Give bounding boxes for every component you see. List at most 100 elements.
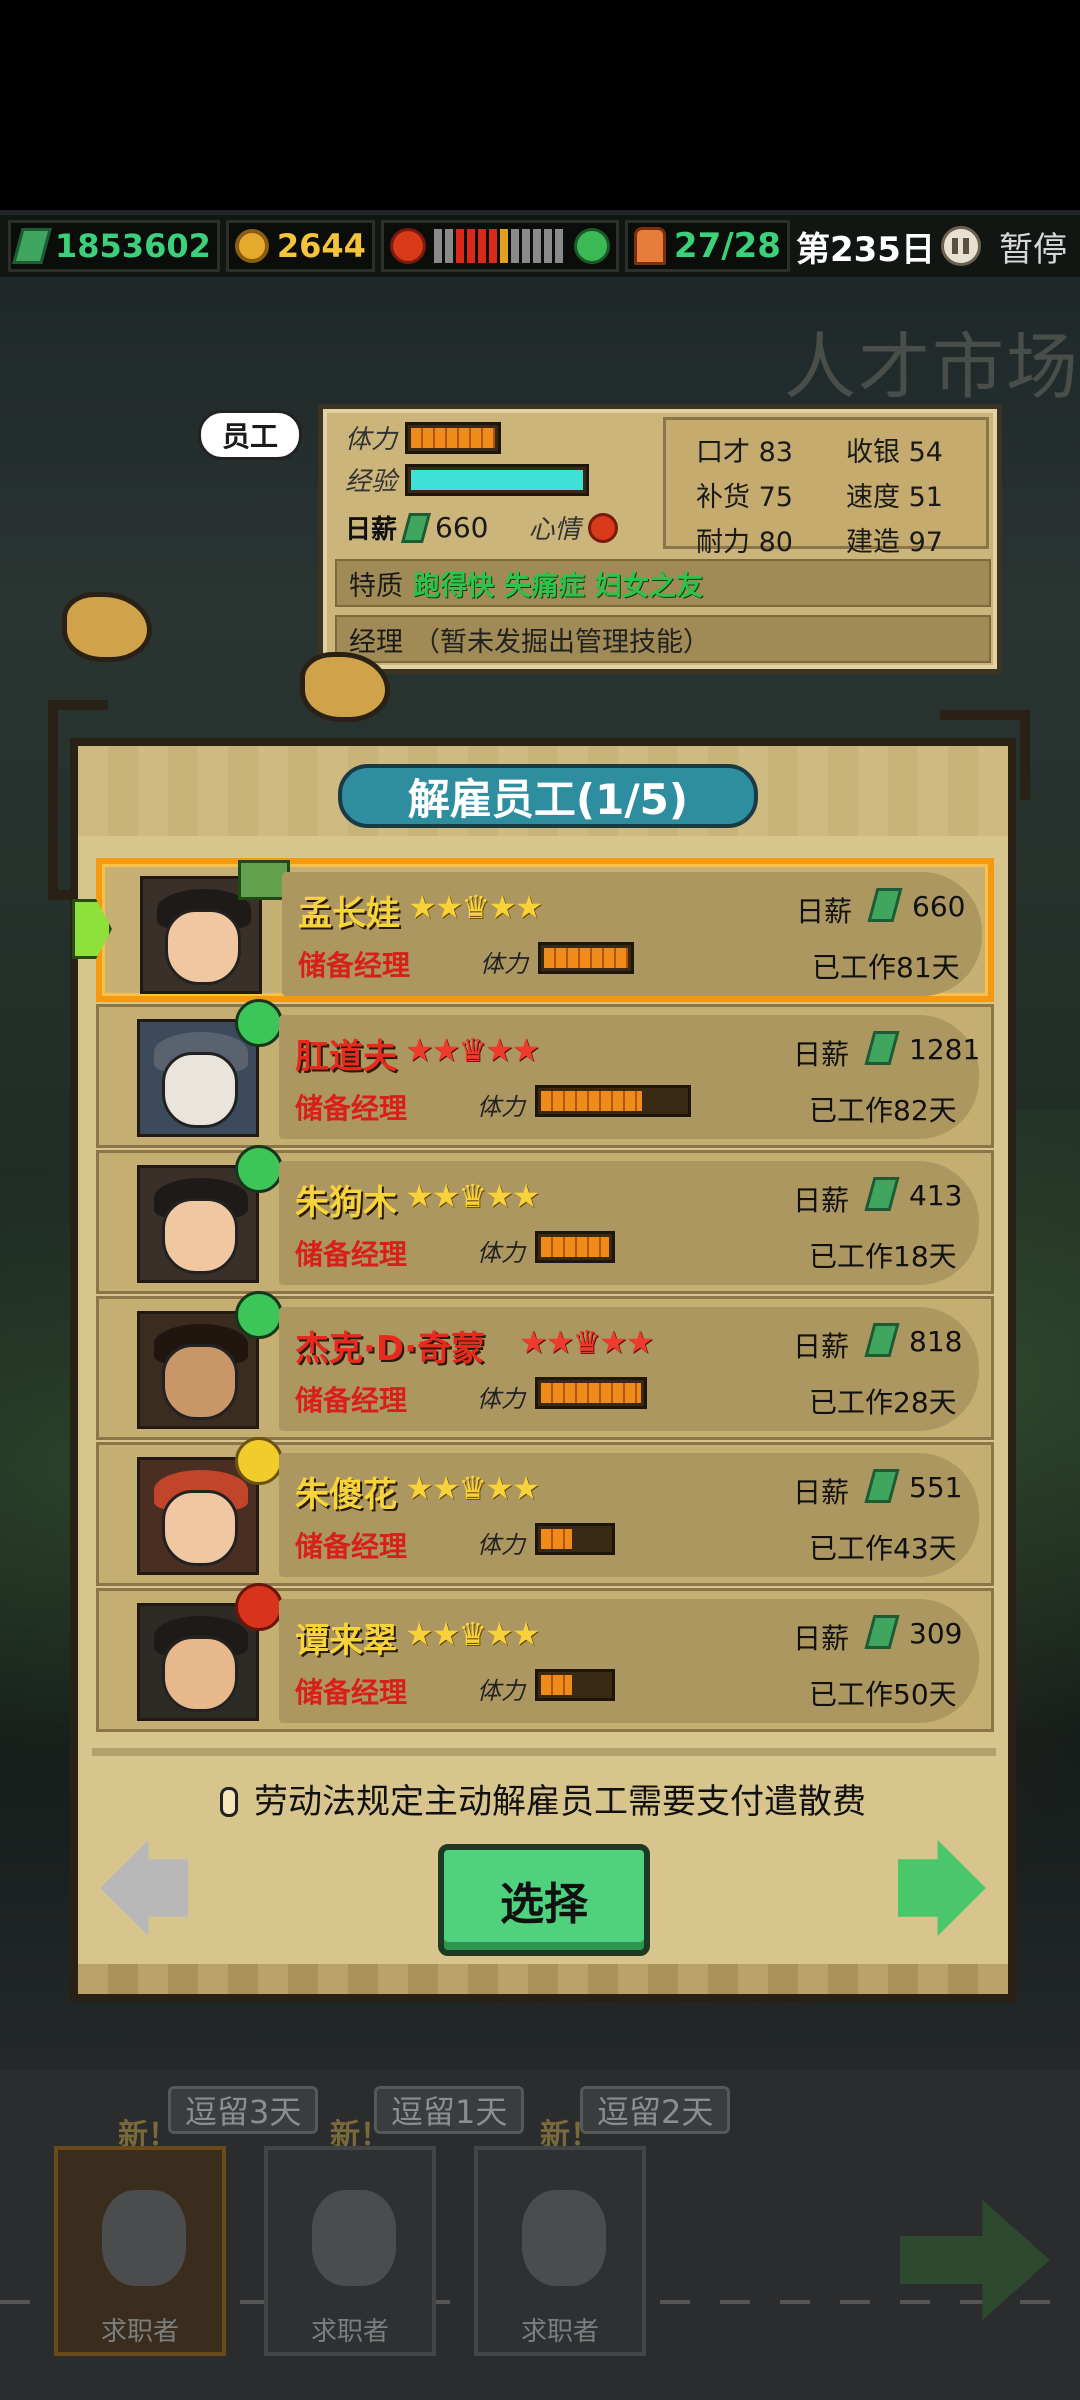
wage-value: 1281 [909,1033,981,1066]
attr-build: 建造 97 [846,527,943,558]
neutral-mood-icon [235,1437,283,1485]
days-worked: 已工作81天 [812,951,960,984]
employee-name: 朱狗木 [295,1183,397,1223]
staff-icon [633,227,666,265]
star-rating: ★★♛★★ [405,1615,540,1653]
days-worked: 已工作28天 [809,1386,957,1419]
staff-count: 27/28 [673,226,781,266]
cash-icon [400,512,432,543]
employee-row[interactable]: 孟长娃 ★★♛★★ 储备经理 体力 日薪 660 已工作81天 [72,858,994,1002]
experience-label: 经验 [345,467,398,497]
stamina-bar [535,1231,615,1263]
attr-restock: 补货 75 [696,482,793,513]
employee-row[interactable]: 杰克·D·奇蒙 ★★♛★★ 储备经理 体力 日薪 818 已工作28天 [96,1291,994,1440]
employee-role: 储备经理 [295,1238,408,1271]
job-seeker-card[interactable]: 求职者 [474,2146,646,2356]
status-bar: 1853602 2644 27/28 第235日 暂停 [0,215,1080,277]
pause-button[interactable]: 暂停 [999,222,1067,271]
wage-label: 日薪 [793,1476,850,1509]
traits-row: 特质 跑得快 失痛症 妇女之友 [335,559,991,607]
employee-role: 储备经理 [298,949,411,982]
wage-label: 日薪 [793,1038,850,1071]
mood-bars [433,229,566,263]
job-seeker-label: 求职者 [520,2317,599,2347]
cash-icon [12,228,52,264]
attr-cashier: 收银 54 [846,437,943,468]
traits-label: 特质 [349,570,403,602]
panel-title: 解雇员工(1/5) [338,764,758,828]
wage-value: 413 [909,1179,963,1212]
trait-item: 妇女之友 [595,570,703,602]
manager-row: 经理 （暂未发掘出管理技能） [335,615,991,663]
stamina-bar [535,1523,615,1555]
stay-duration-tag: 逗留2天 [580,2086,731,2134]
job-seeker-card[interactable]: 求职者 [264,2146,436,2356]
days-worked: 已工作18天 [809,1240,957,1273]
mood-label: 心情 [528,515,581,545]
selection-arrow-icon [72,899,112,959]
employee-row[interactable]: 朱狗木 ★★♛★★ 储备经理 体力 日薪 413 已工作18天 [96,1145,994,1294]
info-icon [220,1787,238,1817]
coin-icon [234,229,269,263]
days-worked: 已工作43天 [809,1532,957,1565]
stamina-label: 体力 [477,1239,525,1267]
employee-role: 储备经理 [295,1530,408,1563]
job-seeker-portrait [312,2190,396,2286]
job-seeker-label: 求职者 [310,2317,389,2347]
coin-display: 2644 [225,220,375,272]
employee-row[interactable]: 谭来翠 ★★♛★★ 储备经理 体力 日薪 309 已工作50天 [96,1583,994,1732]
stamina-label: 体力 [480,950,528,978]
happy-mood-icon [235,999,283,1047]
days-worked: 已工作82天 [809,1094,957,1127]
customer-mood-meter [380,220,619,272]
stamina-bar [405,421,501,454]
star-rating: ★★♛★★ [408,888,543,926]
employee-row[interactable]: 肛道夫 ★★♛★★ 储备经理 体力 日薪 1281 已工作82天 [96,999,994,1148]
money-value: 1853602 [55,227,211,265]
previous-page-button[interactable] [100,1840,188,1936]
trait-item: 失痛症 [504,570,585,602]
select-button[interactable]: 选择 [438,1844,650,1956]
wage-label: 日薪 [793,1184,850,1217]
wage-value: 551 [909,1471,963,1504]
employee-name: 孟长娃 [298,894,400,934]
job-seeker-card[interactable]: 求职者 [54,2146,226,2356]
stamina-bar [535,1085,691,1117]
stamina-bar [538,942,634,974]
experience-row: 经验 [345,461,589,498]
wage-label: 日薪 [793,1622,850,1655]
job-seeker-portrait [522,2190,606,2286]
angry-mood-icon [588,512,619,543]
happy-mood-icon [235,1145,283,1193]
stamina-label: 体力 [345,425,398,455]
wage-row: 日薪 660 心情 [345,509,619,546]
employee-name: 杰克·D·奇蒙 [295,1329,486,1369]
wage-label: 日薪 [793,1330,850,1363]
attr-endurance: 耐力 80 [696,527,793,558]
employee-name: 肛道夫 [295,1037,397,1077]
wage-value: 818 [909,1325,963,1358]
coin-value: 2644 [276,227,366,265]
divider [92,1748,996,1756]
stamina-bar [535,1669,615,1701]
wage-label: 日薪 [345,515,398,545]
stamina-label: 体力 [477,1531,525,1559]
stay-duration-tag: 逗留1天 [374,2086,525,2134]
employee-name: 朱傻花 [295,1475,397,1515]
money-display: 1853602 [8,220,220,272]
employee-row[interactable]: 朱傻花 ★★♛★★ 储备经理 体力 日薪 551 已工作43天 [96,1437,994,1586]
job-seeker-portrait [102,2190,186,2286]
experience-bar [405,463,589,496]
dismiss-employee-panel: 解雇员工(1/5) 孟长娃 ★★♛★★ 储备经理 体力 日薪 660 已工作81… [70,738,1016,2002]
location-title: 人才市场 [783,325,1080,409]
employee-role: 储备经理 [295,1092,408,1125]
pause-icon[interactable] [940,226,981,266]
staff-count-display: 27/28 [624,220,790,272]
stamina-label: 体力 [477,1677,525,1705]
wage-value: 660 [912,890,966,923]
star-rating: ★★♛★★ [405,1031,540,1069]
wage-value: 309 [909,1617,963,1650]
employee-role: 储备经理 [295,1676,408,1709]
attr-speed: 速度 51 [846,482,943,513]
next-page-button[interactable] [898,1840,986,1936]
